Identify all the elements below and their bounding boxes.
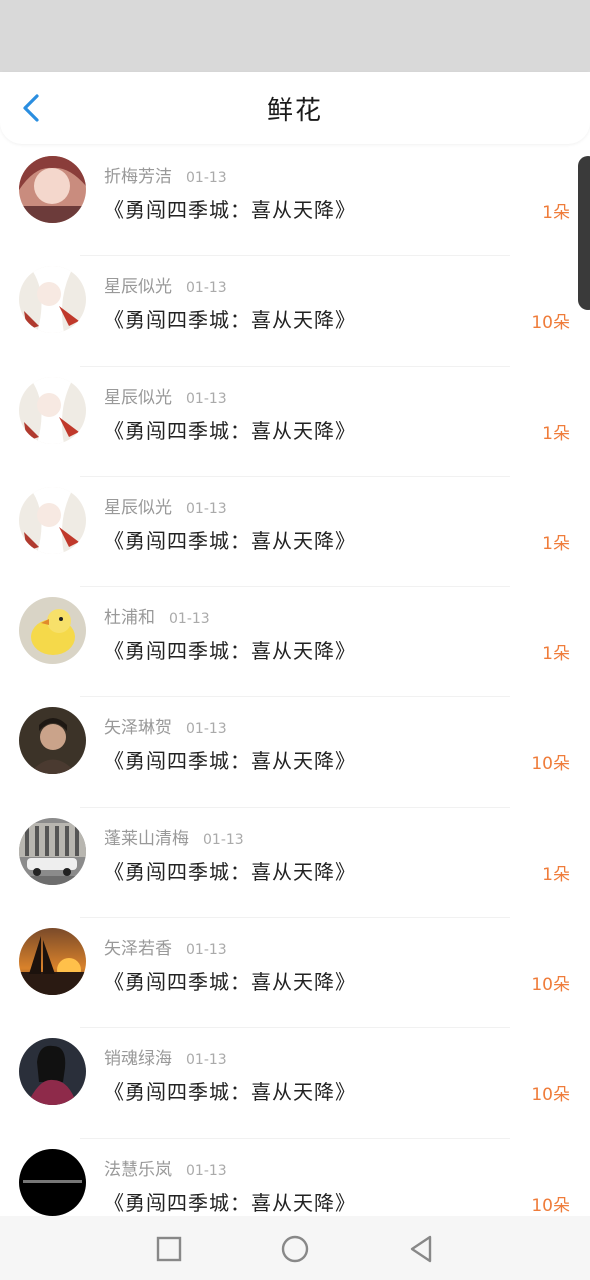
date: 01-13 (186, 500, 227, 517)
date: 01-13 (186, 942, 227, 959)
avatar[interactable] (19, 707, 86, 775)
date: 01-13 (169, 611, 210, 628)
recent-apps-button[interactable] (152, 1232, 186, 1266)
date: 01-13 (186, 1052, 227, 1069)
avatar[interactable] (19, 376, 86, 444)
avatar[interactable] (19, 156, 86, 223)
date: 01-13 (186, 390, 227, 407)
user-name: 矢泽琳贺 01-13 (104, 718, 227, 739)
header-bar: 鲜花 (0, 72, 590, 144)
avatar[interactable] (19, 266, 86, 334)
flower-list: 折梅芳洁 01-13 《勇闯四季城：喜从天降》 1朵 星辰似光 01-13 《勇闯四… (0, 146, 590, 1250)
book-title: 《勇闯四季城：喜从天降》 (104, 749, 356, 774)
status-bar (0, 0, 590, 72)
book-title: 《勇闯四季城：喜从天降》 (104, 418, 356, 443)
user-name: 杜浦和 01-13 (104, 608, 210, 629)
flower-count: 10朵 (531, 1085, 570, 1106)
user-name: 法慧乐岚 01-13 (104, 1159, 227, 1180)
list-item[interactable]: 星辰似光 01-13 《勇闯四季城：喜从天降》 10朵 (0, 256, 590, 367)
user-name: 星辰似光 01-13 (104, 387, 227, 408)
book-title: 《勇闯四季城：喜从天降》 (104, 859, 356, 884)
flower-count: 1朵 (542, 533, 570, 554)
flower-count: 1朵 (542, 203, 570, 223)
list-item[interactable]: 星辰似光 01-13 《勇闯四季城：喜从天降》 1朵 (0, 367, 590, 478)
book-title: 《勇闯四季城：喜从天降》 (104, 1190, 356, 1215)
flower-count: 1朵 (542, 423, 570, 444)
circle-icon (281, 1235, 309, 1263)
triangle-back-icon (410, 1235, 432, 1263)
system-back-button[interactable] (404, 1232, 438, 1266)
user-name: 星辰似光 01-13 (104, 277, 227, 298)
user-name: 销魂绿海 01-13 (104, 1049, 227, 1070)
user-name: 折梅芳洁 01-13 (104, 167, 227, 187)
flower-count: 1朵 (542, 864, 570, 885)
list-item[interactable]: 星辰似光 01-13 《勇闯四季城：喜从天降》 1朵 (0, 477, 590, 588)
book-title: 《勇闯四季城：喜从天降》 (104, 639, 356, 664)
flower-count: 10朵 (531, 313, 570, 334)
list-item[interactable]: 矢泽若香 01-13 《勇闯四季城：喜从天降》 10朵 (0, 918, 590, 1029)
list-item[interactable]: 折梅芳洁 01-13 《勇闯四季城：喜从天降》 1朵 (0, 146, 590, 257)
square-icon (156, 1236, 182, 1262)
book-title: 《勇闯四季城：喜从天降》 (104, 528, 356, 553)
book-title: 《勇闯四季城：喜从天降》 (104, 1080, 356, 1105)
book-title: 《勇闯四季城：喜从天降》 (104, 308, 356, 333)
page-title: 鲜花 (266, 96, 323, 126)
avatar[interactable] (19, 817, 86, 885)
home-button[interactable] (278, 1232, 312, 1266)
date: 01-13 (186, 170, 227, 186)
avatar[interactable] (19, 597, 86, 665)
flower-count: 10朵 (531, 754, 570, 775)
flower-count: 10朵 (531, 975, 570, 996)
avatar[interactable] (19, 928, 86, 996)
date: 01-13 (186, 1162, 227, 1179)
flower-count: 10朵 (531, 1195, 570, 1216)
avatar[interactable] (19, 1038, 86, 1106)
list-item[interactable]: 蓬莱山清梅 01-13 《勇闯四季城：喜从天降》 1朵 (0, 808, 590, 919)
avatar[interactable] (19, 486, 86, 554)
date: 01-13 (203, 831, 244, 848)
book-title: 《勇闯四季城：喜从天降》 (104, 970, 356, 995)
book-title: 《勇闯四季城：喜从天降》 (104, 198, 356, 222)
list-item[interactable]: 矢泽琳贺 01-13 《勇闯四季城：喜从天降》 10朵 (0, 697, 590, 809)
flower-count: 1朵 (542, 644, 570, 665)
date: 01-13 (186, 721, 227, 738)
list-item[interactable]: 杜浦和 01-13 《勇闯四季城：喜从天降》 1朵 (0, 587, 590, 698)
system-nav-bar (0, 1216, 590, 1280)
user-name: 矢泽若香 01-13 (104, 939, 227, 960)
date: 01-13 (186, 280, 227, 297)
user-name: 星辰似光 01-13 (104, 497, 227, 518)
avatar[interactable] (19, 1148, 86, 1216)
user-name: 蓬莱山清梅 01-13 (104, 828, 244, 849)
list-item[interactable]: 销魂绿海 01-13 《勇闯四季城：喜从天降》 10朵 (0, 1028, 590, 1139)
